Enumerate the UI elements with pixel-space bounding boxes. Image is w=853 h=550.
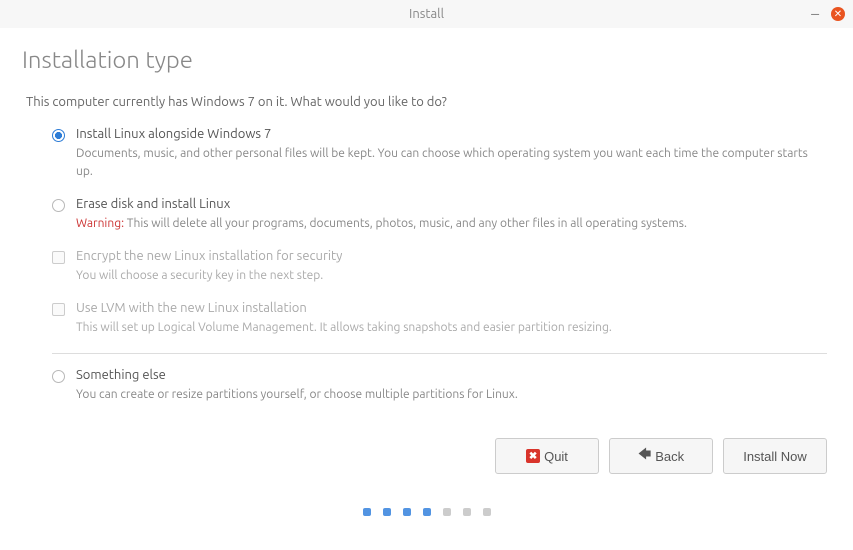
- window-title: Install: [409, 7, 444, 21]
- close-icon[interactable]: ✕: [831, 7, 845, 21]
- dot-2: [383, 508, 391, 516]
- options-list: Install Linux alongside Windows 7 Docume…: [26, 127, 827, 404]
- quit-button[interactable]: ✖ Quit: [495, 438, 599, 474]
- page-header: Installation type: [0, 28, 853, 95]
- option-desc: This will set up Logical Volume Manageme…: [76, 319, 827, 337]
- back-button[interactable]: 🡄 Back: [609, 438, 713, 474]
- option-lvm: Use LVM with the new Linux installation …: [52, 301, 827, 337]
- intro-text: This computer currently has Windows 7 on…: [26, 95, 827, 109]
- option-desc: You can create or resize partitions your…: [76, 386, 827, 404]
- dot-4: [423, 508, 431, 516]
- option-desc: Warning: This will delete all your progr…: [76, 215, 827, 233]
- dot-5: [443, 508, 451, 516]
- option-title: Something else: [76, 368, 827, 382]
- checkbox-lvm[interactable]: [52, 303, 65, 316]
- window-controls: – ✕: [811, 6, 845, 22]
- quit-icon: ✖: [526, 449, 540, 463]
- option-something-else: Something else You can create or resize …: [52, 368, 827, 404]
- button-row: ✖ Quit 🡄 Back Install Now: [0, 420, 853, 474]
- radio-erase[interactable]: [52, 199, 65, 212]
- content-area: This computer currently has Windows 7 on…: [0, 95, 853, 404]
- divider: [52, 353, 827, 354]
- back-arrow-icon: 🡄: [638, 445, 651, 467]
- option-alongside: Install Linux alongside Windows 7 Docume…: [52, 127, 827, 181]
- option-title: Erase disk and install Linux: [76, 197, 827, 211]
- option-title: Encrypt the new Linux installation for s…: [76, 249, 827, 263]
- titlebar: Install – ✕: [0, 0, 853, 28]
- dot-6: [463, 508, 471, 516]
- option-desc: You will choose a security key in the ne…: [76, 267, 827, 285]
- progress-dots: [0, 508, 853, 516]
- install-now-button[interactable]: Install Now: [723, 438, 827, 474]
- option-desc: Documents, music, and other personal fil…: [76, 145, 827, 181]
- page-title: Installation type: [22, 46, 831, 73]
- dot-3: [403, 508, 411, 516]
- option-erase: Erase disk and install Linux Warning: Th…: [52, 197, 827, 233]
- dot-7: [483, 508, 491, 516]
- option-title: Install Linux alongside Windows 7: [76, 127, 827, 141]
- checkbox-encrypt[interactable]: [52, 251, 65, 264]
- radio-alongside[interactable]: [52, 129, 65, 142]
- dot-1: [363, 508, 371, 516]
- radio-something-else[interactable]: [52, 370, 65, 383]
- option-encrypt: Encrypt the new Linux installation for s…: [52, 249, 827, 285]
- minimize-icon[interactable]: –: [811, 6, 819, 22]
- option-title: Use LVM with the new Linux installation: [76, 301, 827, 315]
